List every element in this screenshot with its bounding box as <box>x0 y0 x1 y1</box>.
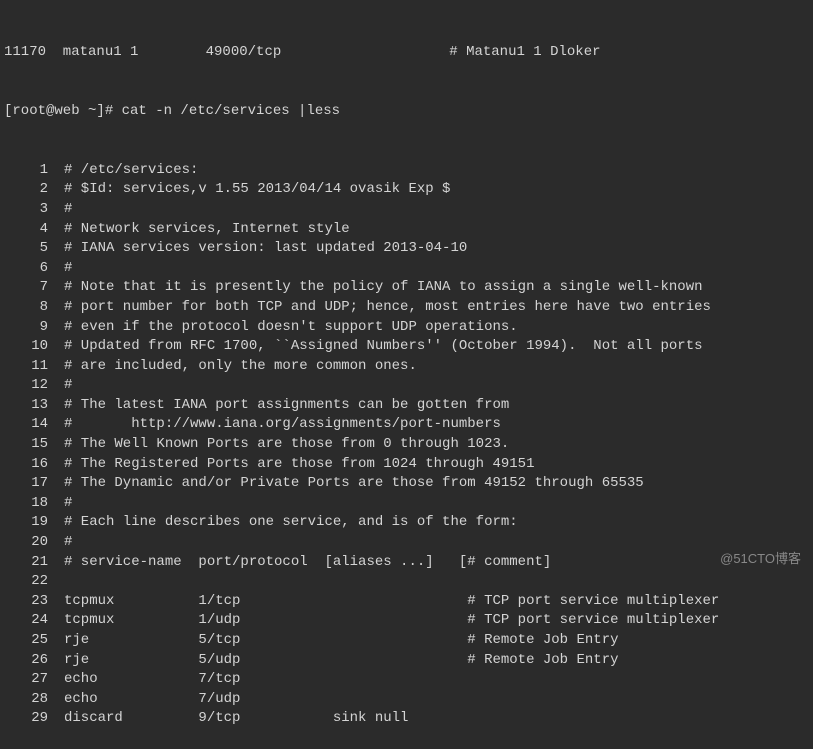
file-line: 11# are included, only the more common o… <box>4 357 809 377</box>
line-text: rje 5/tcp # Remote Job Entry <box>64 631 619 651</box>
line-number: 14 <box>4 415 64 435</box>
file-line: 20# <box>4 533 809 553</box>
line-text: # IANA services version: last updated 20… <box>64 239 467 259</box>
file-line: 4# Network services, Internet style <box>4 220 809 240</box>
line-text: # http://www.iana.org/assignments/port-n… <box>64 415 501 435</box>
watermark-text: @51CTO博客 <box>720 550 801 568</box>
line-text: # service-name port/protocol [aliases ..… <box>64 553 551 573</box>
file-line: 13# The latest IANA port assignments can… <box>4 396 809 416</box>
line-number: 12 <box>4 376 64 396</box>
file-line: 22 <box>4 572 809 592</box>
line-number: 2 <box>4 180 64 200</box>
line-text: discard 9/tcp sink null <box>64 709 408 729</box>
line-text: # Each line describes one service, and i… <box>64 513 518 533</box>
line-number: 16 <box>4 455 64 475</box>
line-text: # Updated from RFC 1700, ``Assigned Numb… <box>64 337 703 357</box>
file-line: 23tcpmux 1/tcp # TCP port service multip… <box>4 592 809 612</box>
file-line: 5# IANA services version: last updated 2… <box>4 239 809 259</box>
line-number: 22 <box>4 572 64 592</box>
line-number: 17 <box>4 474 64 494</box>
line-number: 24 <box>4 611 64 631</box>
line-text: # The Registered Ports are those from 10… <box>64 455 534 475</box>
line-number: 13 <box>4 396 64 416</box>
line-text: # even if the protocol doesn't support U… <box>64 318 518 338</box>
line-number: 27 <box>4 670 64 690</box>
line-text: rje 5/udp # Remote Job Entry <box>64 651 619 671</box>
line-text: echo 7/udp <box>64 690 240 710</box>
line-text: # are included, only the more common one… <box>64 357 417 377</box>
file-line: 24tcpmux 1/udp # TCP port service multip… <box>4 611 809 631</box>
line-number: 8 <box>4 298 64 318</box>
top-partial-line: 11170 matanu1 1 49000/tcp # Matanu1 1 Dl… <box>4 43 809 63</box>
file-line: 7# Note that it is presently the policy … <box>4 278 809 298</box>
line-text: # The Dynamic and/or Private Ports are t… <box>64 474 644 494</box>
line-number: 26 <box>4 651 64 671</box>
line-number: 21 <box>4 553 64 573</box>
line-text: # The Well Known Ports are those from 0 … <box>64 435 509 455</box>
file-line: 28echo 7/udp <box>4 690 809 710</box>
file-line: 12# <box>4 376 809 396</box>
line-number: 18 <box>4 494 64 514</box>
line-text: # Note that it is presently the policy o… <box>64 278 703 298</box>
line-text: # The latest IANA port assignments can b… <box>64 396 509 416</box>
line-number: 25 <box>4 631 64 651</box>
line-text: # Network services, Internet style <box>64 220 350 240</box>
file-line: 17# The Dynamic and/or Private Ports are… <box>4 474 809 494</box>
file-line: 25rje 5/tcp # Remote Job Entry <box>4 631 809 651</box>
file-content: 1# /etc/services:2# $Id: services,v 1.55… <box>4 161 809 729</box>
line-text: # <box>64 376 72 396</box>
file-line: 14# http://www.iana.org/assignments/port… <box>4 415 809 435</box>
line-number: 3 <box>4 200 64 220</box>
line-text: # port number for both TCP and UDP; henc… <box>64 298 711 318</box>
file-line: 18# <box>4 494 809 514</box>
file-line: 1# /etc/services: <box>4 161 809 181</box>
shell-prompt-line: [root@web ~]# cat -n /etc/services |less <box>4 102 809 122</box>
line-number: 19 <box>4 513 64 533</box>
line-number: 23 <box>4 592 64 612</box>
line-text: # <box>64 200 72 220</box>
line-text: # <box>64 259 72 279</box>
line-text: # <box>64 494 72 514</box>
line-text: # $Id: services,v 1.55 2013/04/14 ovasik… <box>64 180 450 200</box>
line-text: tcpmux 1/tcp # TCP port service multiple… <box>64 592 719 612</box>
line-number: 10 <box>4 337 64 357</box>
file-line: 19# Each line describes one service, and… <box>4 513 809 533</box>
line-number: 29 <box>4 709 64 729</box>
line-text: # <box>64 533 72 553</box>
line-number: 4 <box>4 220 64 240</box>
file-line: 21# service-name port/protocol [aliases … <box>4 553 809 573</box>
line-number: 9 <box>4 318 64 338</box>
line-number: 1 <box>4 161 64 181</box>
line-number: 6 <box>4 259 64 279</box>
line-number: 11 <box>4 357 64 377</box>
file-line: 29discard 9/tcp sink null <box>4 709 809 729</box>
file-line: 2# $Id: services,v 1.55 2013/04/14 ovasi… <box>4 180 809 200</box>
file-line: 10# Updated from RFC 1700, ``Assigned Nu… <box>4 337 809 357</box>
file-line: 26rje 5/udp # Remote Job Entry <box>4 651 809 671</box>
file-line: 9# even if the protocol doesn't support … <box>4 318 809 338</box>
line-number: 5 <box>4 239 64 259</box>
line-number: 15 <box>4 435 64 455</box>
file-line: 6# <box>4 259 809 279</box>
line-text: # /etc/services: <box>64 161 198 181</box>
line-number: 7 <box>4 278 64 298</box>
line-number: 20 <box>4 533 64 553</box>
terminal-output[interactable]: 11170 matanu1 1 49000/tcp # Matanu1 1 Dl… <box>4 4 809 749</box>
line-text: tcpmux 1/udp # TCP port service multiple… <box>64 611 719 631</box>
line-text: echo 7/tcp <box>64 670 240 690</box>
file-line: 3# <box>4 200 809 220</box>
file-line: 15# The Well Known Ports are those from … <box>4 435 809 455</box>
file-line: 16# The Registered Ports are those from … <box>4 455 809 475</box>
file-line: 8# port number for both TCP and UDP; hen… <box>4 298 809 318</box>
file-line: 27echo 7/tcp <box>4 670 809 690</box>
line-number: 28 <box>4 690 64 710</box>
